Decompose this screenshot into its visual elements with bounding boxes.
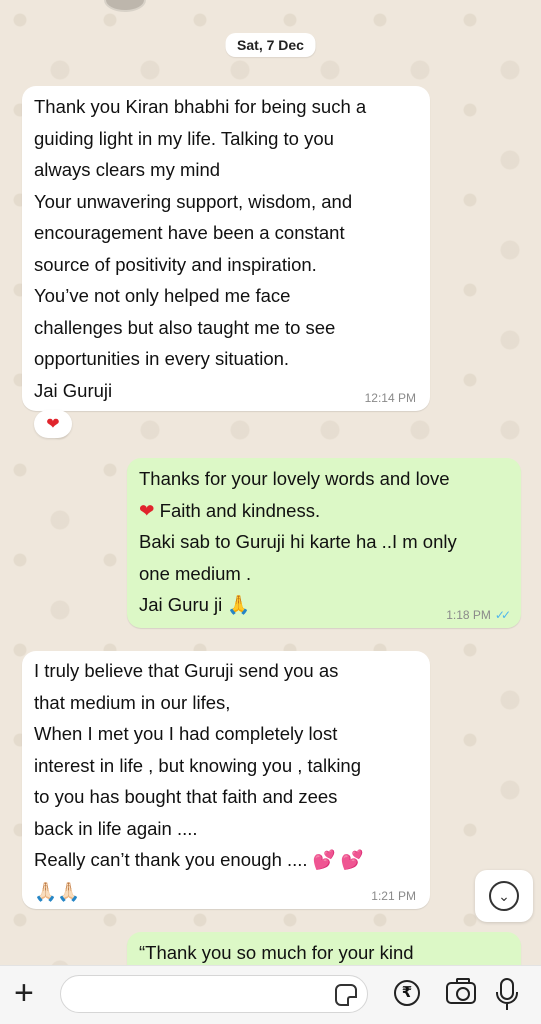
message-line: ❤ Faith and kindness. — [139, 495, 509, 527]
read-receipt-icon: ✓✓ — [494, 608, 511, 622]
message-meta: 12:14 PM — [365, 391, 416, 405]
message-line: one medium . — [139, 562, 252, 584]
message-line: that medium in our lifes, — [34, 691, 231, 713]
message-line: interest in life , but knowing you , tal… — [34, 754, 362, 776]
message-composer: + ₹ — [0, 965, 541, 1024]
message-line: opportunities in every situation. — [34, 348, 290, 369]
chevron-down-icon: ⌄ — [489, 881, 519, 911]
reaction-badge[interactable]: ❤ — [34, 410, 72, 438]
message-line: 🙏🏻🙏🏻 — [34, 880, 81, 902]
message-line: I truly believe that Guruji send you as — [34, 660, 339, 681]
sticker-icon[interactable] — [335, 984, 357, 1006]
plus-icon[interactable]: + — [14, 976, 34, 1010]
microphone-base — [506, 1004, 508, 1010]
camera-icon[interactable] — [446, 978, 476, 1004]
rupee-payment-icon[interactable]: ₹ — [394, 980, 420, 1006]
message-line: encouragement have been a constant — [34, 222, 345, 243]
message-line: Your unwavering support, wisdom, and — [34, 190, 353, 212]
message-line: You’ve not only helped me face — [34, 285, 291, 306]
message-line: back in life again .... — [34, 817, 198, 839]
message-line: always clears my mind — [34, 159, 221, 180]
message-input-container[interactable] — [60, 975, 368, 1013]
message-line: source of positivity and inspiration. — [34, 253, 317, 275]
heart-emoji-icon: ❤ — [139, 499, 155, 521]
message-input[interactable] — [75, 976, 339, 1012]
message-line: Thanks for your lovely words and love — [139, 468, 450, 489]
message-bubble-incoming[interactable]: I truly believe that Guruji send you as … — [22, 651, 430, 909]
message-time: 12:14 PM — [364, 391, 416, 405]
microphone-stand — [496, 992, 518, 1004]
message-line: guiding light in my life. Talking to you — [34, 127, 334, 149]
message-line: Jai Guruji — [34, 379, 113, 401]
scroll-to-bottom-button[interactable]: ⌄ — [475, 870, 533, 922]
message-bubble-outgoing[interactable]: Thanks for your lovely words and love ❤ … — [127, 458, 521, 628]
message-line: When I met you I had completely lost — [34, 723, 338, 744]
message-line: Thank you Kiran bhabhi for being such a — [34, 96, 367, 117]
message-line-text: Faith and kindness. — [159, 499, 321, 521]
message-line: Baki sab to Guruji hi karte ha ..I m onl… — [139, 531, 457, 552]
message-bubble-incoming[interactable]: Thank you Kiran bhabhi for being such a … — [22, 86, 430, 411]
message-line: challenges but also taught me to see — [34, 316, 336, 338]
date-separator: Sat, 7 Dec — [225, 33, 316, 57]
message-meta: 1:18 PM ✓✓ — [446, 608, 511, 622]
message-line: “Thank you so much for your kind — [139, 942, 414, 963]
message-time: 1:21 PM — [371, 889, 416, 903]
heart-reaction-icon: ❤ — [46, 416, 60, 433]
message-line: to you has bought that faith and zees — [34, 786, 338, 807]
message-line: Really can’t thank you enough .... 💕 💕 — [34, 849, 364, 870]
message-time: 1:18 PM — [446, 608, 491, 622]
message-meta: 1:21 PM — [371, 889, 416, 903]
